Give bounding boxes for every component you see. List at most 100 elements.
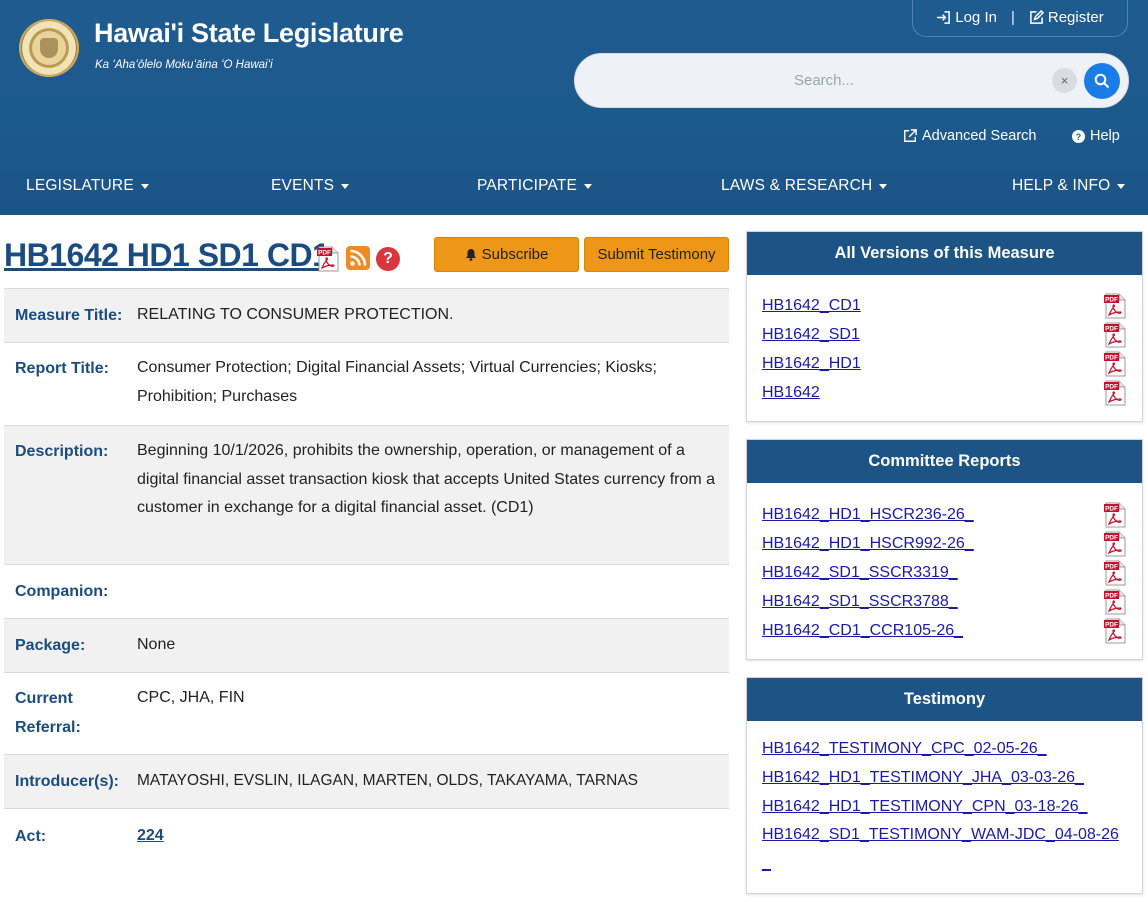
pdf-icon[interactable]	[316, 246, 340, 272]
row-description: Description: Beginning 10/1/2026, prohib…	[4, 426, 729, 565]
search-button[interactable]	[1084, 63, 1120, 99]
version-link[interactable]: HB1642_HD1	[762, 355, 861, 373]
pdf-icon[interactable]	[1103, 293, 1127, 319]
search-icon	[1094, 73, 1110, 89]
site-title[interactable]: Hawai'i State Legislature	[94, 18, 404, 49]
login-link[interactable]: Log In	[936, 9, 997, 26]
testimony-link[interactable]: HB1642_TESTIMONY_CPC_02-05-26_	[762, 735, 1127, 764]
caret-down-icon	[879, 183, 888, 189]
measure-title-value: RELATING TO CONSUMER PROTECTION.	[137, 306, 454, 324]
report-link[interactable]: HB1642_HD1_HSCR236-26_	[762, 506, 974, 524]
list-item: HB1642_HD1	[762, 349, 1127, 378]
submit-testimony-button[interactable]: Submit Testimony	[584, 237, 729, 272]
act-link[interactable]: 224	[137, 827, 164, 844]
login-icon	[937, 10, 951, 24]
search-input[interactable]	[599, 54, 1049, 107]
help-link[interactable]: ? Help	[1072, 128, 1120, 144]
list-item: HB1642_HD1_HSCR236-26_	[762, 500, 1127, 529]
subscribe-label: Subscribe	[481, 246, 549, 263]
version-link[interactable]: HB1642	[762, 384, 820, 402]
testimony-card: Testimony HB1642_TESTIMONY_CPC_02-05-26_…	[746, 677, 1143, 894]
pdf-icon[interactable]	[1103, 531, 1127, 557]
act-label: Act:	[15, 827, 47, 845]
register-link[interactable]: Register	[1029, 9, 1104, 26]
description-label: Description:	[15, 443, 109, 460]
row-package: Package: None	[4, 619, 729, 673]
submit-testimony-label: Submit Testimony	[597, 246, 716, 263]
package-label: Package:	[15, 637, 86, 654]
nav-help-info[interactable]: HELP & INFO	[1012, 177, 1126, 195]
rss-feed-icon[interactable]	[346, 246, 370, 270]
nav-participate[interactable]: PARTICIPATE	[477, 177, 593, 195]
auth-separator: |	[1010, 8, 1015, 26]
row-introducers: Introducer(s): MATAYOSHI, EVSLIN, ILAGAN…	[4, 755, 729, 809]
list-item: HB1642_SD1	[762, 320, 1127, 349]
list-item: HB1642_HD1_HSCR992-26_	[762, 529, 1127, 558]
search-bar: ×	[574, 53, 1129, 108]
site-subtitle: Ka ʻAhaʻōlelo Mokuʻāina ʻO Hawaiʻi	[95, 59, 273, 71]
list-item: HB1642_CD1	[762, 291, 1127, 320]
external-link-icon	[904, 129, 917, 142]
introducers-value: MATAYOSHI, EVSLIN, ILAGAN, MARTEN, OLDS,…	[137, 772, 638, 790]
row-companion: Companion:	[4, 565, 729, 619]
login-label: Log In	[955, 8, 997, 26]
advanced-search-label: Advanced Search	[922, 128, 1037, 144]
pdf-icon[interactable]	[1103, 380, 1127, 406]
question-circle-icon: ?	[1072, 129, 1085, 143]
list-item: HB1642_CD1_CCR105-26_	[762, 616, 1127, 645]
versions-title: All Versions of this Measure	[747, 232, 1142, 275]
row-act: Act: 224	[4, 809, 729, 863]
report-link[interactable]: HB1642_SD1_SSCR3319_	[762, 564, 958, 582]
measure-info-table: Measure Title: RELATING TO CONSUMER PROT…	[4, 288, 729, 863]
testimony-title: Testimony	[747, 678, 1142, 721]
referral-label: Current Referral:	[15, 690, 81, 736]
auth-bar: Log In | Register	[912, 0, 1128, 37]
pdf-icon[interactable]	[1103, 502, 1127, 528]
bell-icon	[465, 249, 476, 261]
row-current-referral: Current Referral: CPC, JHA, FIN	[4, 673, 729, 755]
nav-label: LEGISLATURE	[26, 177, 134, 194]
testimony-link[interactable]: HB1642_HD1_TESTIMONY_CPN_03-18-26_	[762, 793, 1127, 822]
testimony-link[interactable]: HB1642_HD1_TESTIMONY_JHA_03-03-26_	[762, 764, 1127, 793]
list-item: HB1642	[762, 378, 1127, 407]
referral-value: CPC, JHA, FIN	[137, 689, 245, 706]
nav-label: PARTICIPATE	[477, 177, 578, 194]
report-link[interactable]: HB1642_CD1_CCR105-26_	[762, 622, 963, 640]
main-nav: LEGISLATURE EVENTS PARTICIPATE LAWS & RE…	[0, 170, 1148, 204]
nav-events[interactable]: EVENTS	[271, 177, 350, 195]
committee-reports-title: Committee Reports	[747, 440, 1142, 483]
testimony-link[interactable]: HB1642_SD1_TESTIMONY_WAM-JDC_04-08-26_	[762, 821, 1127, 879]
report-link[interactable]: HB1642_SD1_SSCR3788_	[762, 593, 958, 611]
state-seal-logo[interactable]	[19, 19, 79, 77]
committee-reports-card: Committee Reports HB1642_HD1_HSCR236-26_…	[746, 439, 1143, 660]
nav-label: LAWS & RESEARCH	[721, 177, 873, 194]
pdf-icon[interactable]	[1103, 351, 1127, 377]
pdf-icon[interactable]	[1103, 560, 1127, 586]
list-item: HB1642_SD1_SSCR3788_	[762, 587, 1127, 616]
caret-down-icon	[1117, 183, 1126, 189]
version-link[interactable]: HB1642_CD1	[762, 297, 861, 315]
svg-text:?: ?	[1076, 131, 1081, 141]
description-value: Beginning 10/1/2026, prohibits the owner…	[137, 442, 716, 516]
report-link[interactable]: HB1642_HD1_HSCR992-26_	[762, 535, 974, 553]
package-value: None	[137, 636, 176, 654]
clear-search-button[interactable]: ×	[1052, 68, 1077, 93]
pdf-icon[interactable]	[1103, 322, 1127, 348]
nav-laws-research[interactable]: LAWS & RESEARCH	[721, 177, 888, 195]
measure-title-label: Measure Title:	[15, 307, 123, 324]
nav-legislature[interactable]: LEGISLATURE	[26, 177, 149, 195]
register-label: Register	[1047, 8, 1104, 26]
measure-help-icon[interactable]: ?	[376, 247, 400, 271]
caret-down-icon	[584, 183, 593, 189]
site-header: Hawai'i State Legislature Ka ʻAhaʻōlelo …	[0, 0, 1148, 215]
version-link[interactable]: HB1642_SD1	[762, 326, 860, 344]
measure-id-link[interactable]: HB1642 HD1 SD1 CD1	[4, 237, 330, 274]
advanced-search-link[interactable]: Advanced Search	[903, 128, 1036, 144]
nav-label: EVENTS	[271, 177, 335, 194]
edit-icon	[1030, 9, 1044, 24]
companion-label: Companion:	[15, 583, 109, 600]
pdf-icon[interactable]	[1103, 589, 1127, 615]
pdf-icon[interactable]	[1103, 618, 1127, 644]
list-item: HB1642_SD1_SSCR3319_	[762, 558, 1127, 587]
subscribe-button[interactable]: Subscribe	[434, 237, 579, 272]
